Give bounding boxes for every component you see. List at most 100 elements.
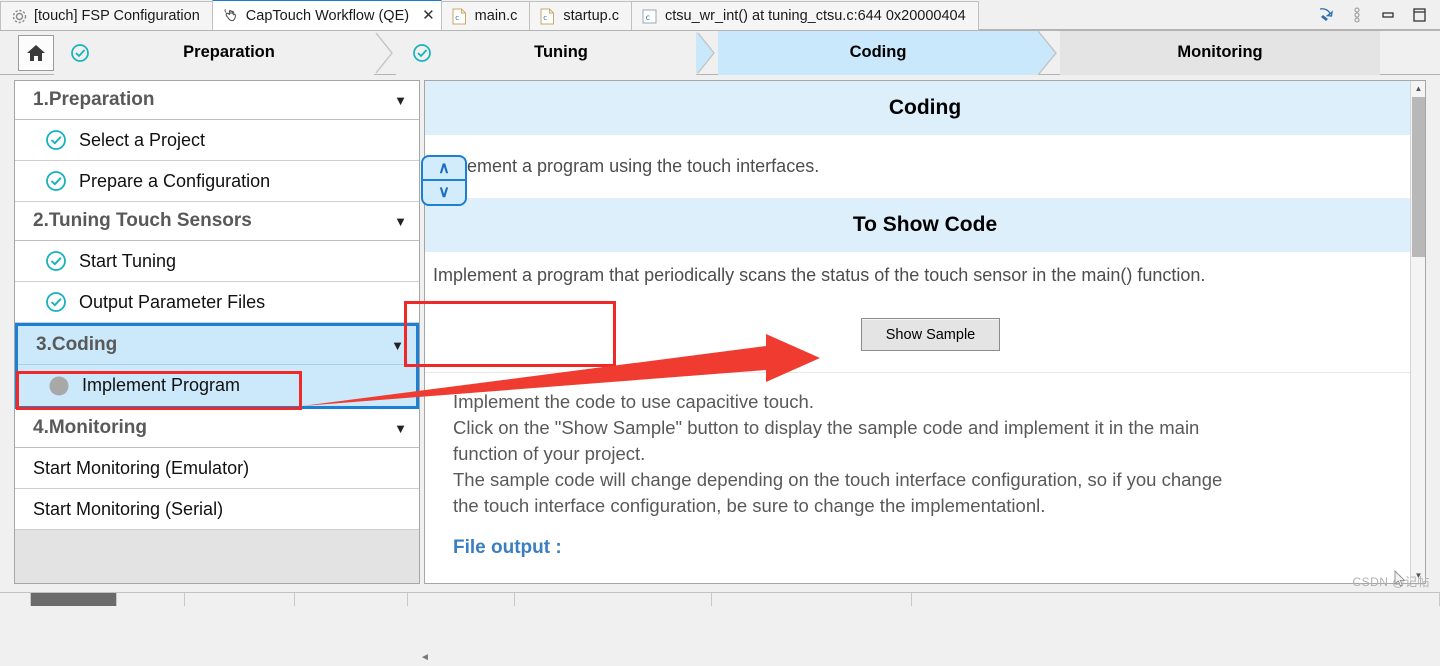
nav-group-monitoring[interactable]: 4.Monitoring ▼	[15, 409, 419, 448]
svg-text:c: c	[544, 14, 548, 22]
status-progress	[31, 593, 117, 606]
step-preparation[interactable]: Preparation	[54, 30, 374, 75]
step-separator	[374, 31, 396, 75]
step-label: Preparation	[183, 43, 275, 61]
gear-icon	[11, 8, 28, 25]
chevron-down-icon[interactable]: ▼	[394, 214, 407, 229]
c-file-icon: c	[642, 8, 659, 25]
svg-text:c: c	[646, 13, 650, 22]
workflow-body: 1.Preparation ▼ Select a Project Prepare…	[0, 75, 1440, 663]
check-circle-icon	[45, 291, 67, 313]
chevron-down-icon[interactable]: ▼	[394, 421, 407, 436]
step-coding[interactable]: Coding	[718, 30, 1038, 75]
nav-group-label: 3.Coding	[36, 334, 118, 355]
section-description: Implement a program that periodically sc…	[433, 264, 1206, 285]
workflow-navigation-panel: 1.Preparation ▼ Select a Project Prepare…	[14, 80, 420, 584]
chevron-down-icon[interactable]: ▼	[391, 338, 404, 353]
workflow-content-panel: Coding Implement a program using the tou…	[424, 80, 1426, 584]
more-options-icon[interactable]	[1348, 6, 1366, 24]
nav-item-label: Implement Program	[82, 375, 241, 395]
scroll-up-icon[interactable]: ▲	[1411, 81, 1425, 96]
nav-item-label: Start Monitoring (Emulator)	[33, 457, 250, 478]
show-sample-row: Show Sample	[425, 298, 1425, 372]
check-circle-icon	[45, 250, 67, 272]
step-label: Monitoring	[1177, 43, 1263, 61]
svg-text:c: c	[455, 14, 459, 22]
nav-empty-area	[15, 530, 419, 583]
status-cell	[515, 593, 712, 606]
tab-label: startup.c	[563, 8, 619, 24]
nav-group-label: 2.Tuning Touch Sensors	[33, 210, 252, 231]
nav-item-label: Start Monitoring (Serial)	[33, 498, 224, 519]
status-cell	[408, 593, 515, 606]
step-tuning[interactable]: Tuning	[396, 30, 696, 75]
tab-fsp-configuration[interactable]: [touch] FSP Configuration	[0, 1, 213, 30]
nav-group-preparation[interactable]: 1.Preparation ▼	[15, 81, 419, 120]
step-label: Tuning	[534, 43, 588, 61]
help-line: the touch interface configuration, be su…	[453, 495, 1046, 516]
stepper-up-button[interactable]: ∧	[423, 157, 465, 181]
step-separator	[696, 30, 718, 75]
scrollbar-thumb[interactable]	[1412, 97, 1425, 257]
tab-label: main.c	[474, 8, 518, 24]
tab-ctsu-wr-int[interactable]: c ctsu_wr_int() at tuning_ctsu.c:644 0x2…	[631, 1, 979, 30]
step-separator	[1038, 30, 1060, 75]
section-title-band: To Show Code	[425, 198, 1425, 252]
content-vertical-scrollbar[interactable]: ▲ ▼	[1410, 81, 1425, 583]
eclipse-ide-window: [touch] FSP Configuration CapTouch Workf…	[0, 0, 1440, 663]
nav-item-label: Select a Project	[79, 129, 206, 150]
nav-item-start-monitoring-emulator[interactable]: Start Monitoring (Emulator)	[15, 448, 419, 489]
status-bar	[0, 592, 1440, 606]
nav-item-prepare-a-configuration[interactable]: Prepare a Configuration	[15, 161, 419, 202]
nav-group-coding[interactable]: 3.Coding ▼	[18, 326, 416, 365]
step-label: Coding	[849, 43, 907, 61]
nav-item-implement-program[interactable]: Implement Program	[18, 365, 416, 406]
check-circle-icon	[45, 170, 67, 192]
page-description: Implement a program using the touch inte…	[433, 156, 820, 176]
home-button[interactable]	[18, 34, 54, 71]
window-controls	[1317, 0, 1436, 30]
status-cell	[185, 593, 295, 606]
help-line: Click on the "Show Sample" button to dis…	[453, 417, 1200, 438]
status-cell	[712, 593, 912, 606]
scroll-left-icon[interactable]: ◄	[418, 648, 432, 666]
maximize-icon[interactable]	[1410, 6, 1428, 24]
tab-startup-c[interactable]: c startup.c	[529, 1, 632, 30]
show-sample-button[interactable]: Show Sample	[861, 318, 1000, 351]
nav-group-tuning-touch-sensors[interactable]: 2.Tuning Touch Sensors ▼	[15, 202, 419, 241]
nav-item-label: Output Parameter Files	[79, 291, 266, 312]
nav-item-select-a-project[interactable]: Select a Project	[15, 120, 419, 161]
nav-group-label: 4.Monitoring	[33, 417, 147, 438]
tab-label: CapTouch Workflow (QE)	[245, 7, 410, 24]
tab-main-c[interactable]: c main.c	[440, 1, 531, 30]
nav-item-label: Start Tuning	[79, 250, 177, 271]
close-icon[interactable]: ✕	[422, 8, 435, 23]
minimize-icon[interactable]	[1379, 6, 1397, 24]
section-title: To Show Code	[852, 213, 998, 236]
nav-item-output-parameter-files[interactable]: Output Parameter Files	[15, 282, 419, 323]
nav-item-start-tuning[interactable]: Start Tuning	[15, 241, 419, 282]
status-cell	[117, 593, 185, 606]
hand-touch-icon	[223, 7, 240, 24]
nav-group-label: 1.Preparation	[33, 89, 155, 110]
stepper-down-button[interactable]: ∨	[423, 181, 465, 205]
file-output-label: File output :	[453, 537, 562, 558]
check-circle-icon	[70, 43, 90, 63]
tab-label: [touch] FSP Configuration	[34, 8, 200, 24]
c-file-icon: c	[452, 8, 469, 25]
nav-item-label: Prepare a Configuration	[79, 170, 271, 191]
restore-perspective-icon[interactable]	[1317, 6, 1335, 24]
step-monitoring[interactable]: Monitoring	[1060, 30, 1380, 75]
c-file-icon: c	[540, 8, 557, 25]
chevron-down-icon[interactable]: ▼	[394, 93, 407, 108]
page-navigation-stepper[interactable]: ∧ ∨	[421, 155, 467, 206]
tab-captouch-workflow[interactable]: CapTouch Workflow (QE) ✕	[211, 0, 442, 30]
editor-tab-bar: [touch] FSP Configuration CapTouch Workf…	[0, 0, 1440, 31]
help-line: The sample code will change depending on…	[453, 469, 1223, 490]
workflow-step-bar: Preparation Tuning Coding Monitoring	[0, 30, 1440, 75]
nav-group-coding-selected[interactable]: 3.Coding ▼ Implement Program	[15, 323, 419, 409]
status-cell	[295, 593, 408, 606]
check-circle-icon	[45, 129, 67, 151]
nav-item-start-monitoring-serial[interactable]: Start Monitoring (Serial)	[15, 489, 419, 530]
watermark-text: CSDN @记帖	[1352, 575, 1430, 589]
